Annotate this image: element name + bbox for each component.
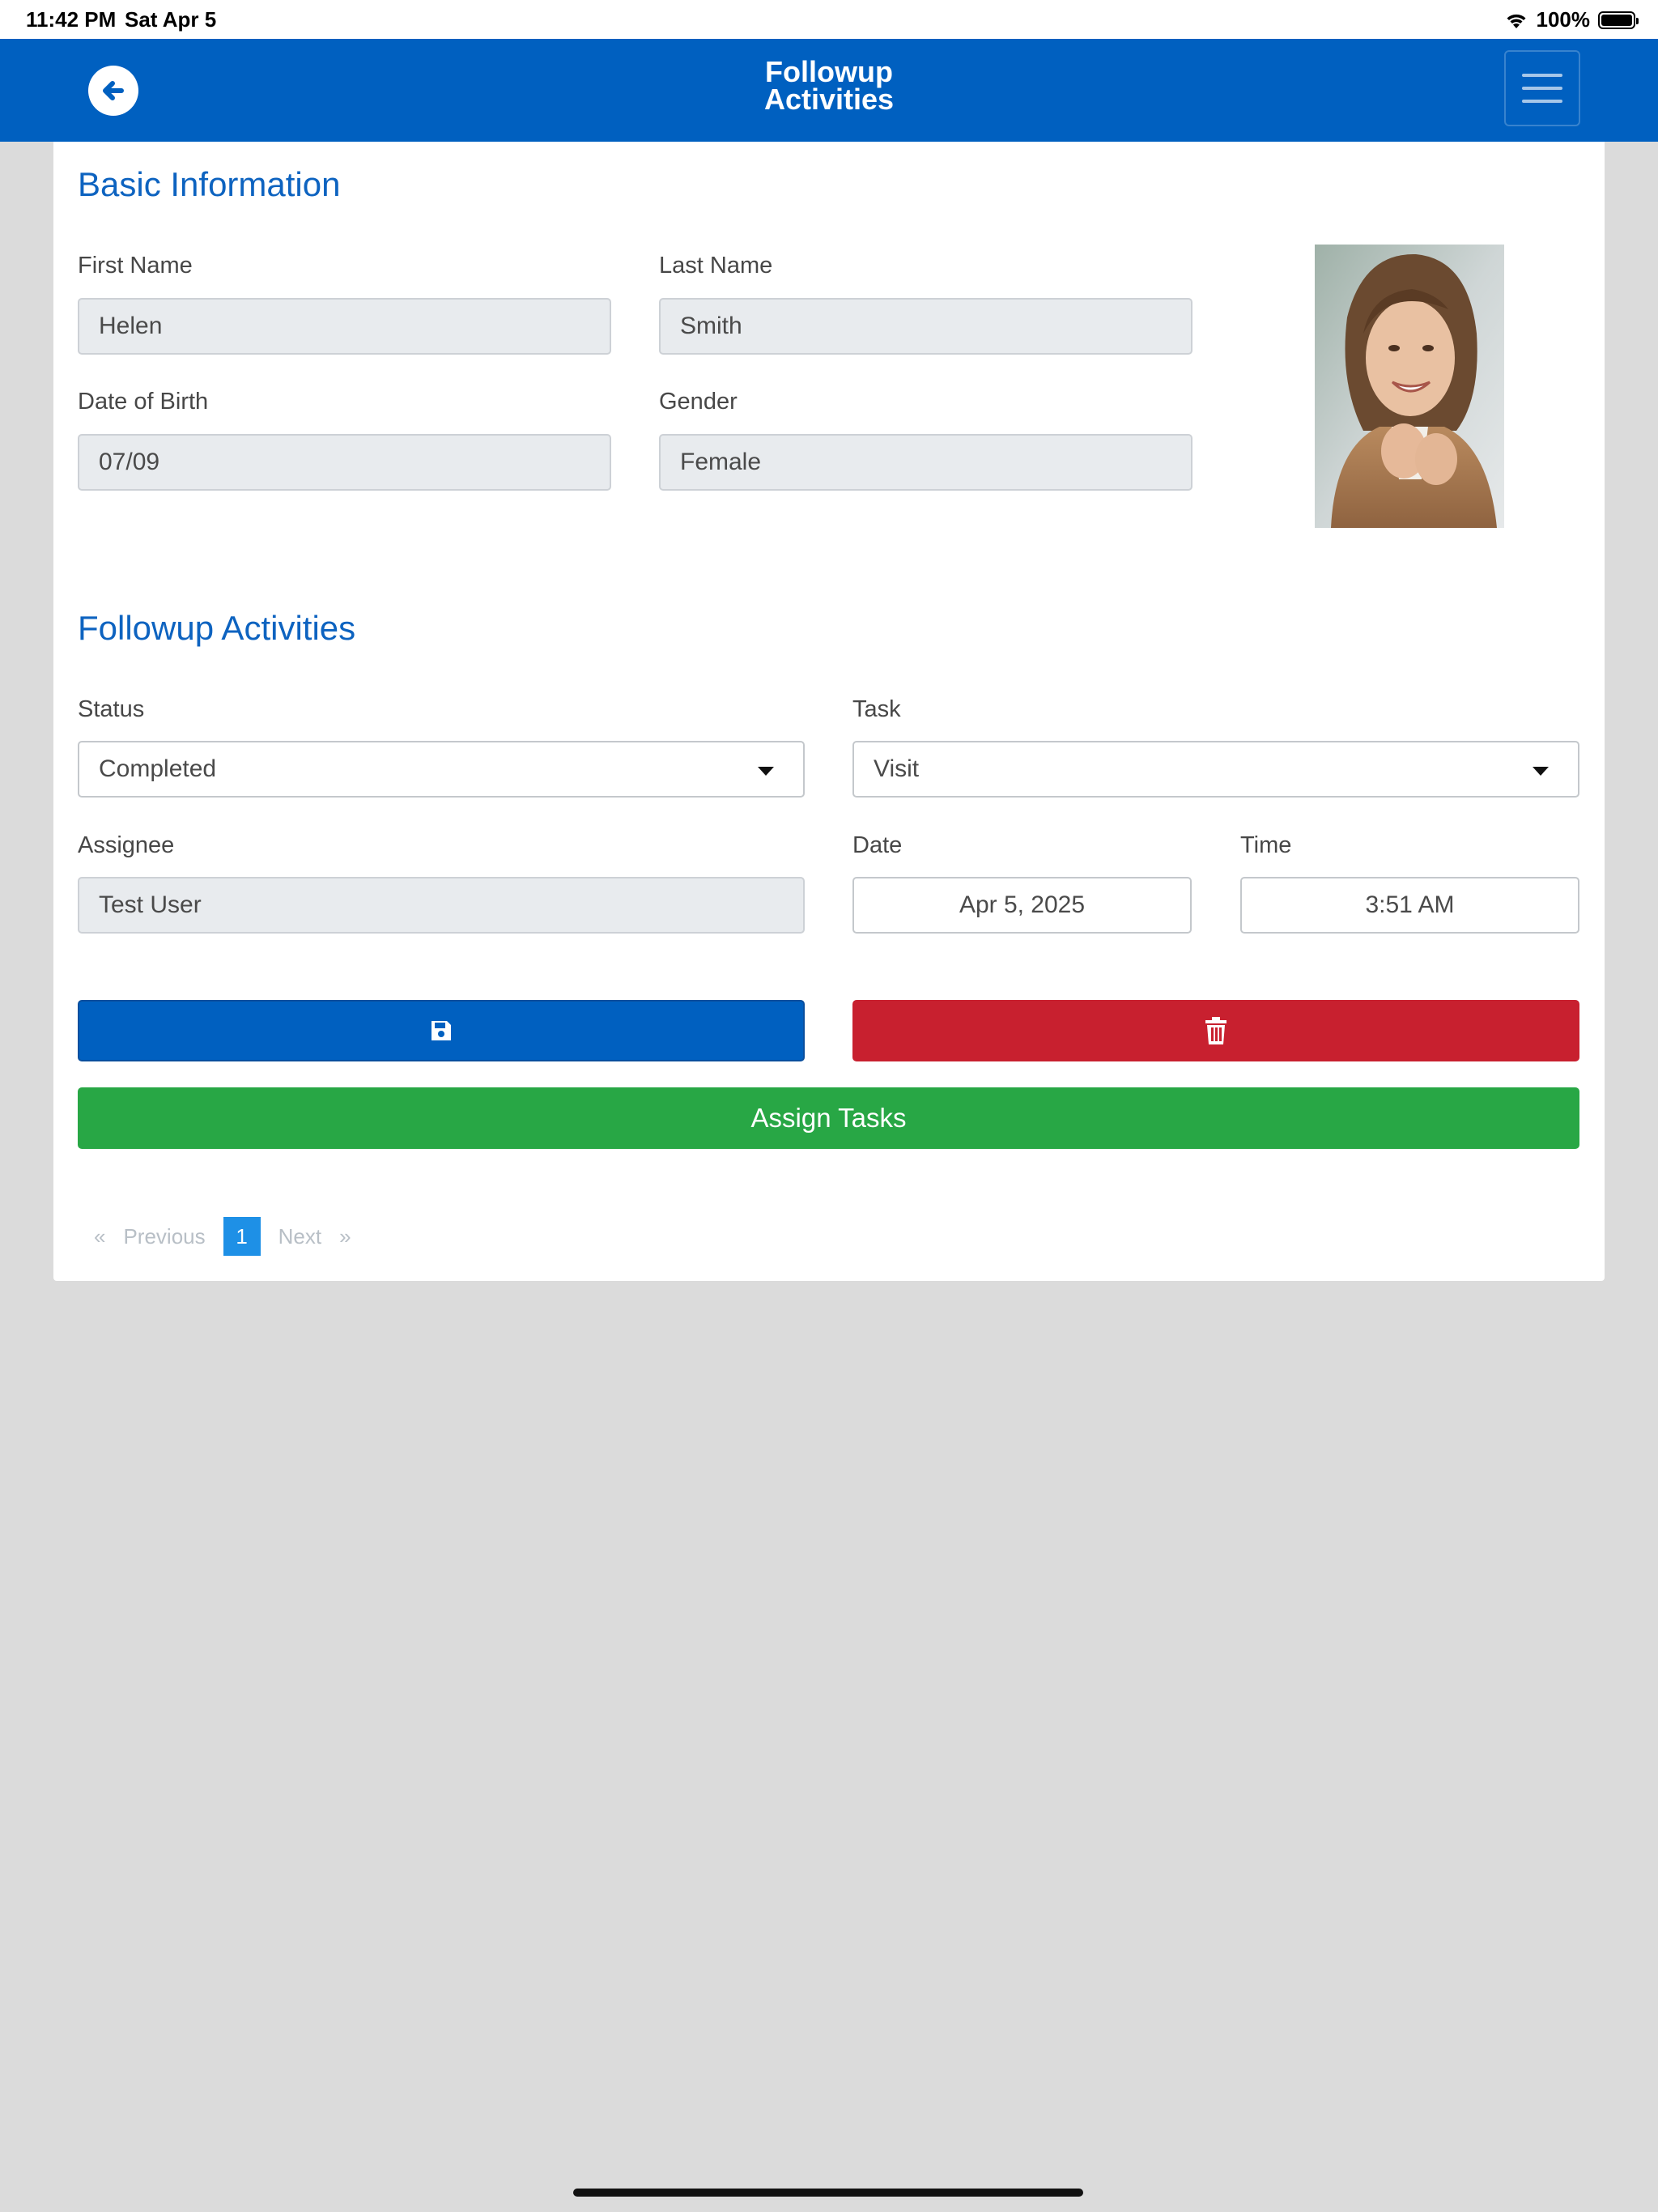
delete-button[interactable] <box>852 1000 1579 1061</box>
back-arrow-icon <box>103 81 124 100</box>
pagination-first[interactable]: « <box>94 1224 105 1249</box>
profile-photo <box>1315 245 1504 528</box>
assign-tasks-button[interactable]: Assign Tasks <box>78 1087 1579 1149</box>
date-label: Date <box>852 832 903 858</box>
dob-field[interactable]: 07/09 <box>78 434 611 491</box>
pagination: « Previous 1 Next » <box>94 1217 369 1256</box>
followup-title: Followup Activities <box>78 609 356 647</box>
page-title-line2: Activities <box>763 83 895 116</box>
main-card: Basic Information First Name Helen Last … <box>53 142 1605 1281</box>
dob-label: Date of Birth <box>78 389 209 415</box>
hamburger-bar <box>1522 87 1562 90</box>
dropdown-caret-icon <box>1533 767 1549 776</box>
time-label: Time <box>1240 832 1292 858</box>
hamburger-menu-button[interactable] <box>1504 50 1580 126</box>
task-select-value: Visit <box>874 755 920 782</box>
trash-icon <box>1205 1017 1226 1044</box>
assignee-field[interactable]: Test User <box>78 877 805 934</box>
gender-field[interactable]: Female <box>659 434 1192 491</box>
battery-icon <box>1598 11 1639 29</box>
date-field[interactable]: Apr 5, 2025 <box>852 877 1192 934</box>
status-select[interactable]: Completed <box>78 741 805 798</box>
pagination-last[interactable]: » <box>339 1224 351 1249</box>
back-button[interactable] <box>88 66 138 116</box>
save-button[interactable] <box>78 1000 805 1061</box>
pagination-previous[interactable]: Previous <box>123 1224 205 1249</box>
task-select[interactable]: Visit <box>852 741 1579 798</box>
hamburger-menu-icon <box>1522 74 1562 77</box>
hamburger-bar <box>1522 100 1562 103</box>
dropdown-caret-icon <box>758 767 774 776</box>
status-date: Sat Apr 5 <box>125 7 217 32</box>
status-label: Status <box>78 696 145 722</box>
time-field[interactable]: 3:51 AM <box>1240 877 1579 934</box>
status-select-value: Completed <box>99 755 217 782</box>
task-label: Task <box>852 696 901 722</box>
first-name-label: First Name <box>78 253 193 279</box>
status-bar: 11:42 PM Sat Apr 5 100% <box>0 0 1658 39</box>
basic-info-title: Basic Information <box>78 165 341 203</box>
save-icon <box>432 1021 451 1040</box>
last-name-label: Last Name <box>659 253 773 279</box>
first-name-field[interactable]: Helen <box>78 298 611 355</box>
gender-label: Gender <box>659 389 738 415</box>
pagination-next[interactable]: Next <box>278 1224 321 1249</box>
nav-bar: Followup Activities <box>0 39 1658 142</box>
last-name-field[interactable]: Smith <box>659 298 1192 355</box>
home-indicator <box>573 2189 1083 2197</box>
battery-percent: 100% <box>1536 7 1591 32</box>
assignee-label: Assignee <box>78 832 175 858</box>
pagination-current-page[interactable]: 1 <box>223 1217 261 1256</box>
page-title-line1: Followup <box>765 55 893 88</box>
status-time: 11:42 PM <box>26 7 117 32</box>
page-title: Followup Activities <box>667 55 991 116</box>
status-right: 100% <box>1504 7 1639 32</box>
wifi-icon <box>1507 14 1525 28</box>
